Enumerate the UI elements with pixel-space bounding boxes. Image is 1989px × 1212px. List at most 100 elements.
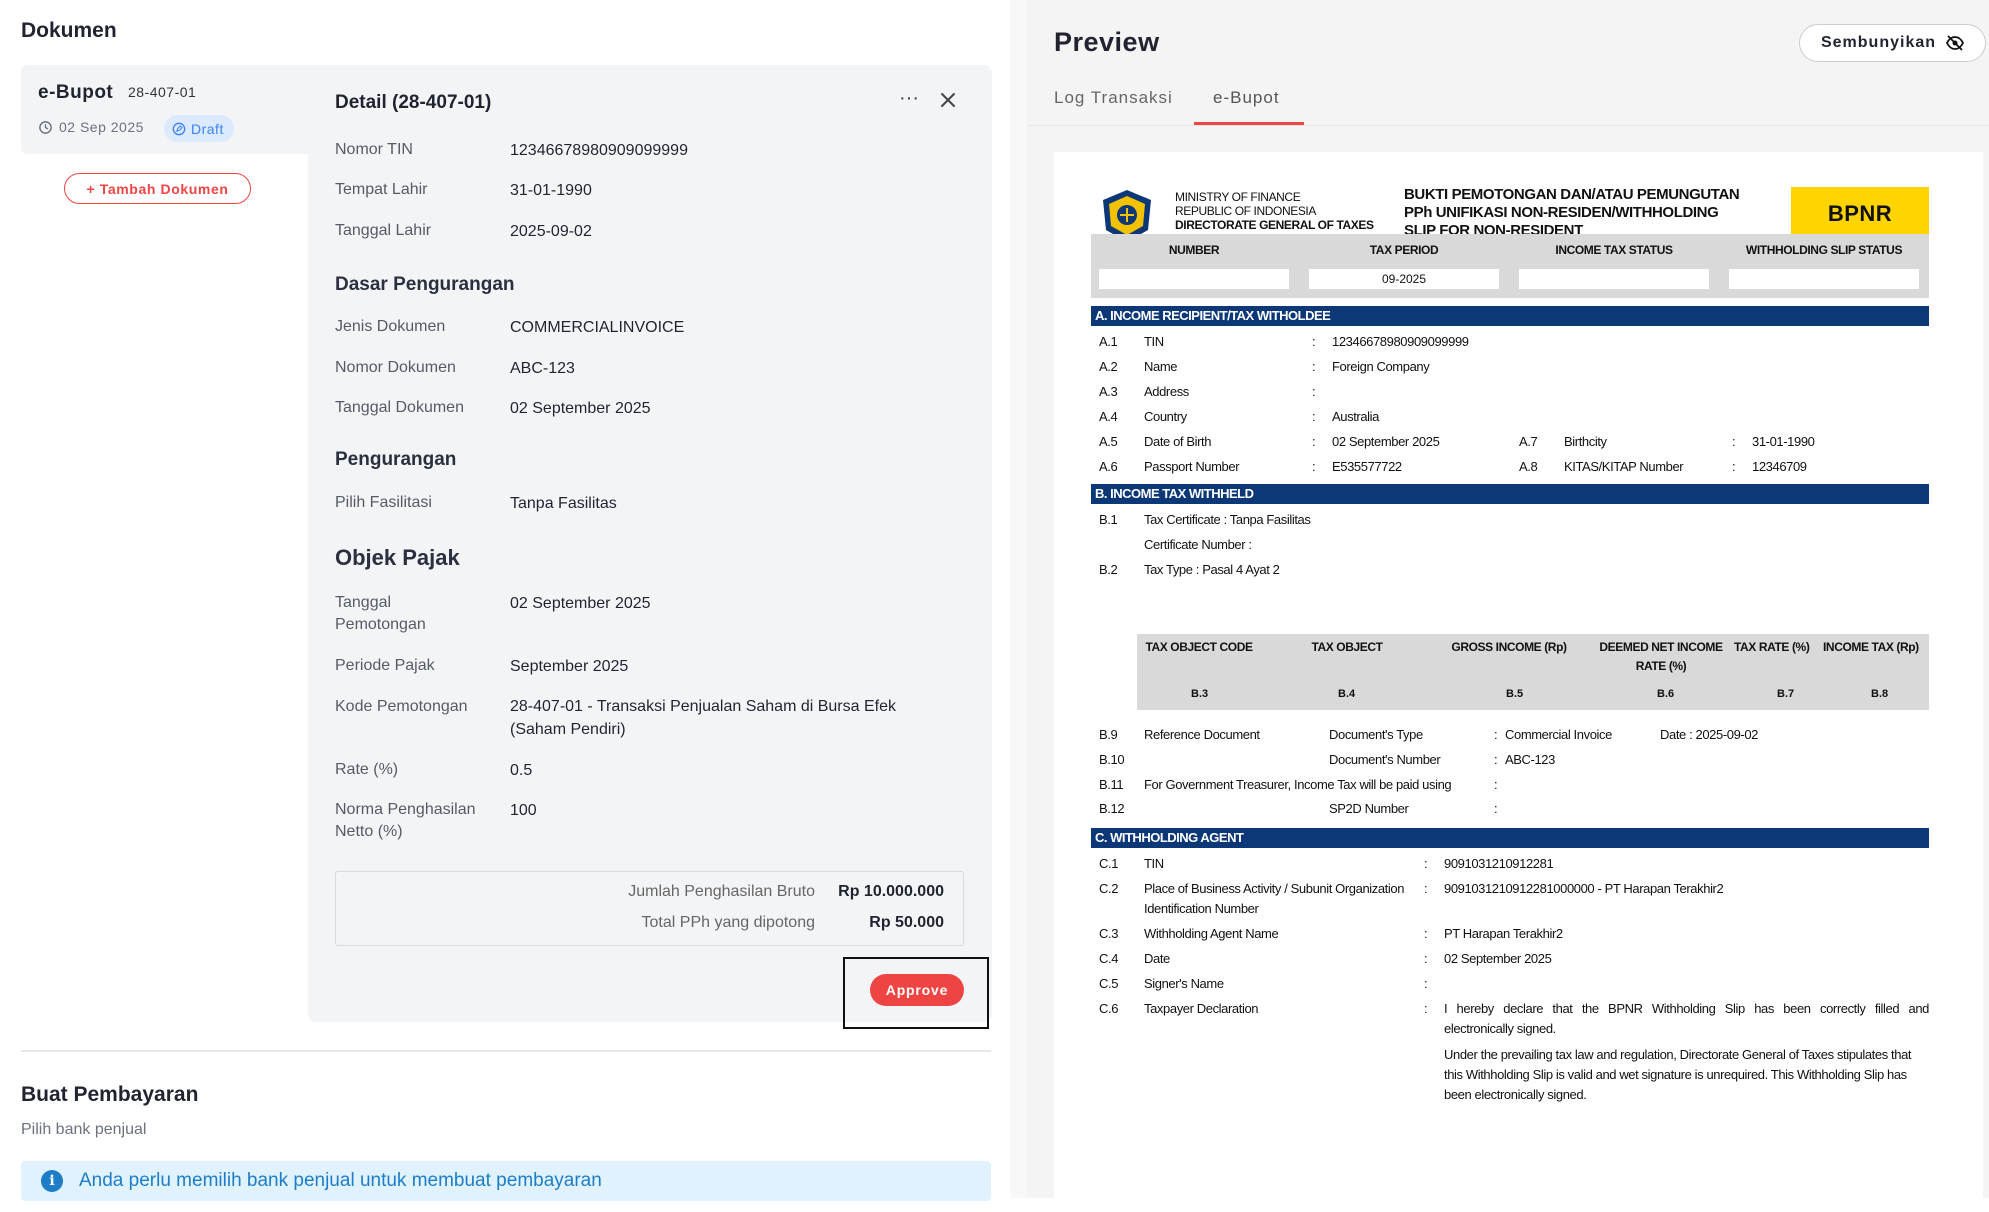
colon: : [1312, 434, 1316, 449]
field-value: Tanpa Fasilitas [510, 495, 617, 512]
field-label: Nomor TIN [335, 141, 413, 158]
b-code: B.1 [1099, 512, 1118, 527]
section-c-bar: C. WITHHOLDING AGENT [1091, 828, 1929, 848]
tab-e-bupot[interactable]: e-Bupot [1213, 88, 1280, 108]
declaration-line: electronically signed. [1444, 1021, 1556, 1036]
field-label: Nomor Dokumen [335, 359, 456, 376]
header-cell-title: WITHHOLDING SLIP STATUS [1745, 243, 1903, 257]
object-col-code: B.6 [1657, 688, 1675, 700]
field-label: Norma Penghasilan Netto (%) [335, 801, 476, 840]
field-label: Tanggal Pemotongan [335, 594, 426, 633]
panel-divider [1010, 0, 1027, 1198]
colon: : [1732, 434, 1736, 449]
field-label: Periode Pajak [335, 657, 435, 674]
a-label: Birthcity [1564, 434, 1607, 449]
colon: : [1732, 459, 1736, 474]
c-label: Signer's Name [1144, 976, 1224, 991]
header-cell-title: NUMBER [1168, 243, 1220, 257]
field-value: 100 [510, 802, 537, 819]
more-options-icon[interactable]: ··· [894, 85, 924, 115]
a-value: E535577722 [1332, 459, 1402, 474]
b-code: B.11 [1099, 777, 1124, 792]
declaration-line: I hereby declare that the BPNR Withholdi… [1444, 1001, 1929, 1016]
summary-label: Jumlah Penghasilan Bruto [628, 883, 815, 900]
active-tab-indicator [1194, 122, 1304, 125]
section-divider [21, 1050, 991, 1052]
close-icon[interactable] [933, 85, 963, 115]
header-cell: TAX PERIOD 09-2025 [1301, 234, 1507, 298]
hide-preview-button[interactable]: Sembunyikan [1799, 24, 1986, 62]
c-code: C.6 [1099, 1001, 1119, 1016]
document-date: 02 Sep 2025 [38, 119, 144, 135]
a-code: A.4 [1099, 409, 1118, 424]
field-value: September 2025 [510, 658, 629, 675]
field-label: Tanggal Lahir [335, 222, 432, 239]
approve-button[interactable]: Approve [870, 974, 964, 1006]
b-value: ABC-123 [1505, 752, 1555, 767]
c-value: 9091031210912281000000 - PT Harapan Tera… [1444, 881, 1724, 896]
document-card[interactable]: e-Bupot 28-407-01 02 Sep 2025 Draft [21, 65, 321, 154]
object-col-title: TAX OBJECT CODE [1145, 640, 1253, 654]
object-col-code: B.8 [1871, 688, 1889, 700]
header-cell-value [1729, 269, 1919, 289]
colon: : [1312, 334, 1316, 349]
b-code: B.2 [1099, 562, 1118, 577]
colon: : [1424, 881, 1428, 896]
ministry-line: MINISTRY OF FINANCE [1175, 190, 1301, 204]
a-code: A.2 [1099, 359, 1118, 374]
field-value: ABC-123 [510, 360, 575, 377]
field-label: Tempat Lahir [335, 181, 428, 198]
object-col-code: B.4 [1338, 688, 1356, 700]
field-value: 12346678980909099999 [510, 142, 688, 159]
status-badge: Draft [164, 115, 234, 142]
slip-document: MINISTRY OF FINANCE REPUBLIC OF INDONESI… [1054, 152, 1983, 1212]
field-value: 31-01-1990 [510, 182, 592, 199]
colon: : [1312, 459, 1316, 474]
c-label: Withholding Agent Name [1144, 926, 1279, 941]
colon: : [1424, 951, 1428, 966]
tab-log-transaksi[interactable]: Log Transaksi [1054, 88, 1173, 108]
a-value: 12346678980909099999 [1332, 334, 1469, 349]
object-col-title: TAX RATE (%) [1734, 640, 1810, 654]
header-cell: NUMBER [1091, 234, 1297, 298]
declaration-line: this Withholding Slip is valid and wet s… [1444, 1067, 1907, 1082]
b-value: Date : 2025-09-02 [1660, 727, 1758, 742]
a-value: 12346709 [1752, 459, 1807, 474]
a-code: A.8 [1519, 459, 1538, 474]
add-document-button[interactable]: + Tambah Dokumen [64, 173, 251, 204]
section-heading: Dasar Pengurangan [335, 274, 515, 295]
c-value: 02 September 2025 [1444, 951, 1552, 966]
header-cell-value: 09-2025 [1309, 269, 1499, 289]
summary-value: Rp 10.000.000 [838, 883, 944, 900]
a-label: Address [1144, 384, 1189, 399]
a-label: Name [1144, 359, 1178, 374]
b-code: B.10 [1099, 752, 1125, 767]
b-text: SP2D Number [1329, 801, 1409, 816]
summary-value: Rp 50.000 [869, 914, 944, 931]
header-cell-value [1099, 269, 1289, 289]
summary-label: Total PPh yang dipotong [641, 914, 815, 931]
c-value: 9091031210912281 [1444, 856, 1554, 871]
field-label: Jenis Dokumen [335, 318, 446, 335]
c-code: C.2 [1099, 881, 1119, 896]
colon: : [1424, 976, 1428, 991]
colon: : [1424, 1001, 1428, 1016]
pencil-circle-icon [172, 122, 186, 135]
a-code: A.6 [1099, 459, 1118, 474]
document-date-text: 02 Sep 2025 [59, 119, 144, 135]
payment-heading: Buat Pembayaran [21, 1083, 199, 1106]
object-col-title: DEEMED NET INCOME RATE (%) [1599, 640, 1723, 673]
a-label: TIN [1144, 334, 1164, 349]
a-value: Australia [1332, 409, 1379, 424]
field-value: COMMERCIALINVOICE [510, 319, 685, 336]
detail-title: Detail (28-407-01) [335, 92, 492, 113]
object-col-title: INCOME TAX (Rp) [1823, 640, 1919, 654]
colon: : [1494, 777, 1498, 792]
header-cell-title: INCOME TAX STATUS [1555, 243, 1673, 257]
eye-off-icon [1946, 35, 1965, 51]
c-code: C.5 [1099, 976, 1119, 991]
a-label: KITAS/KITAP Number [1564, 459, 1684, 474]
b-text: For Government Treasurer, Income Tax wil… [1144, 777, 1452, 792]
field-value: 28-407-01 - Transaksi Penjualan Saham di… [510, 698, 896, 738]
document-code: 28-407-01 [128, 84, 197, 100]
